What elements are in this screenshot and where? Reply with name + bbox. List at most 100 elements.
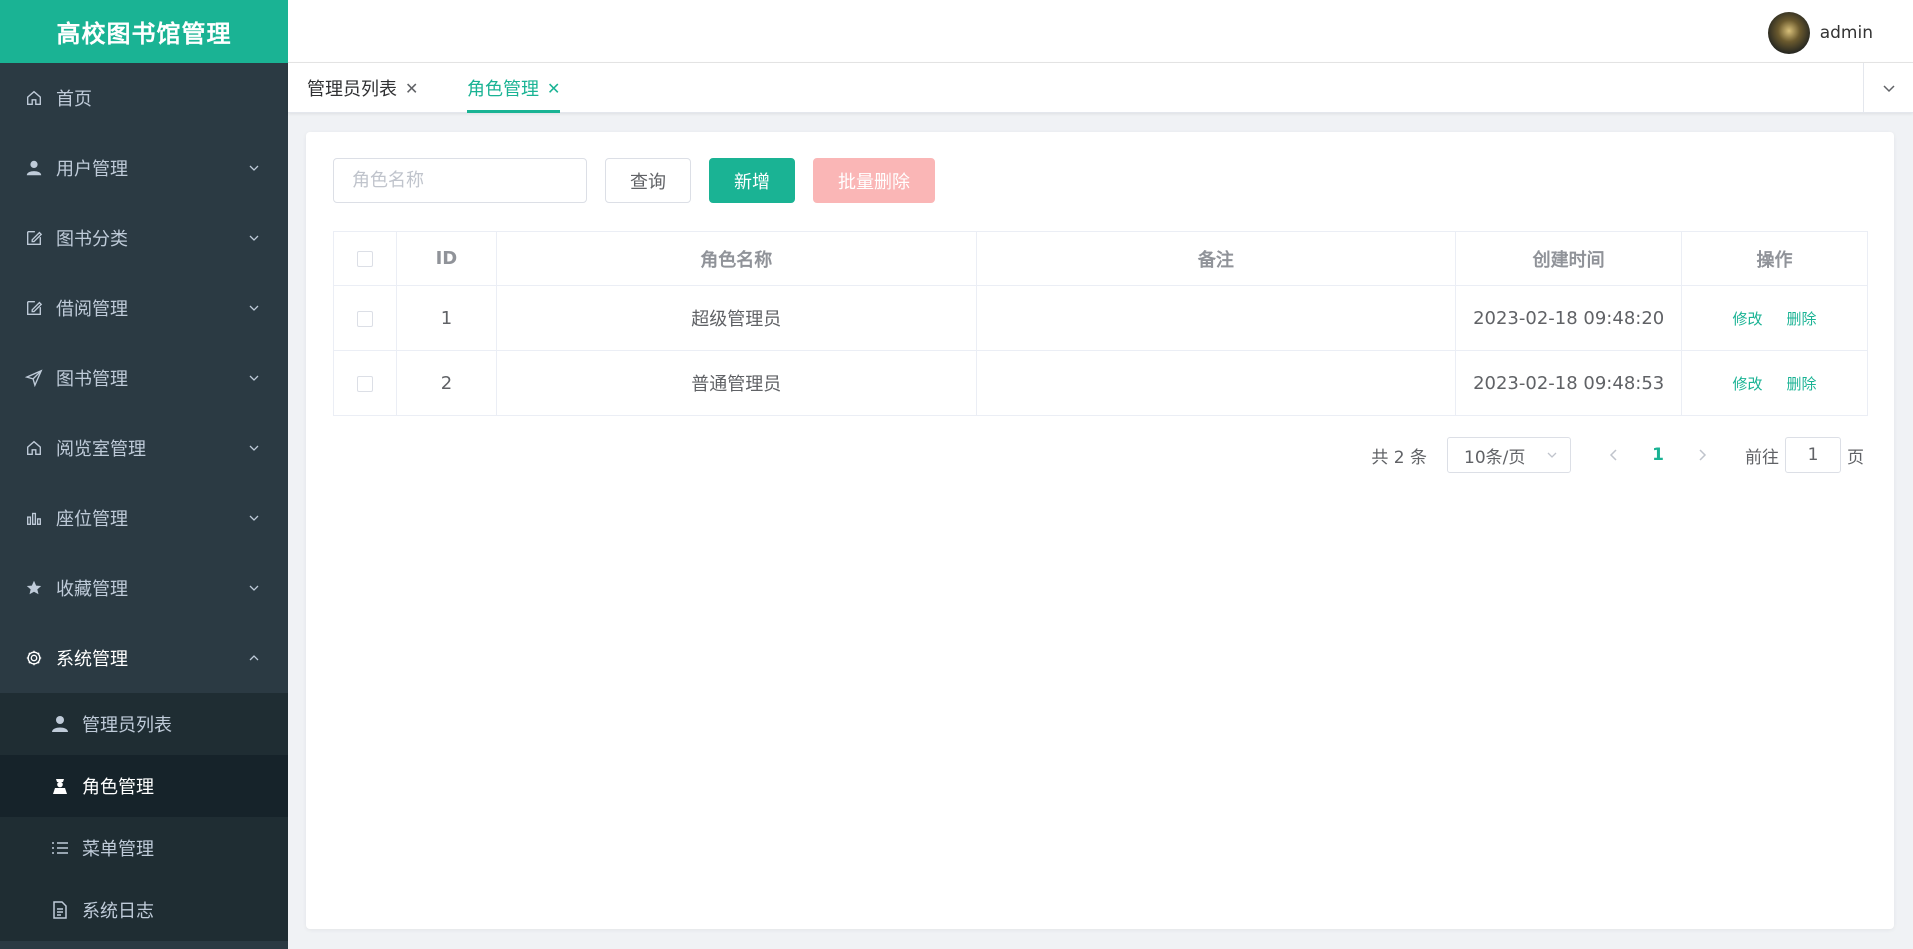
system-management-submenu: 管理员列表 角色管理 菜单管理 系统日志 xyxy=(0,693,288,941)
sidebar: 高校图书馆管理 首页 用户管理 图书分类 借阅管理 图书管理 阅览室管理 座位管… xyxy=(0,0,288,949)
chevron-down-icon xyxy=(249,165,259,171)
chevron-left-icon xyxy=(1609,449,1617,461)
cell-id: 2 xyxy=(395,350,497,416)
column-header-created-time: 创建时间 xyxy=(1455,231,1683,286)
chevron-down-icon xyxy=(249,445,259,451)
role-name-search-input[interactable] xyxy=(333,158,587,203)
goto-page-input[interactable] xyxy=(1785,437,1841,473)
toolbar: 查询 新增 批量删除 xyxy=(333,158,935,203)
goto-page: 前往 页 xyxy=(1745,437,1864,473)
chevron-down-icon xyxy=(249,515,259,521)
sidebar-item-seat-management[interactable]: 座位管理 xyxy=(0,483,288,553)
app-logo-title: 高校图书馆管理 xyxy=(0,0,288,63)
edit-icon xyxy=(24,228,44,248)
select-all-checkbox[interactable] xyxy=(356,251,373,267)
gear-icon xyxy=(24,648,44,668)
chevron-down-icon xyxy=(249,305,259,311)
column-header-actions: 操作 xyxy=(1681,231,1868,286)
sidebar-item-label: 图书管理 xyxy=(56,369,128,390)
sidebar-item-borrow-management[interactable]: 借阅管理 xyxy=(0,273,288,343)
sidebar-item-admin-list[interactable]: 管理员列表 xyxy=(0,693,288,755)
delete-link[interactable]: 删除 xyxy=(1787,310,1817,328)
star-icon xyxy=(24,578,44,598)
chevron-right-icon xyxy=(1699,449,1707,461)
cell-role-name: 超级管理员 xyxy=(495,285,977,351)
tab-role-management[interactable]: 角色管理 ✕ xyxy=(467,63,561,113)
prev-page-button[interactable] xyxy=(1595,437,1633,473)
column-header-id: ID xyxy=(395,231,497,286)
column-header-role-name: 角色名称 xyxy=(495,231,977,286)
query-button[interactable]: 查询 xyxy=(605,158,691,203)
cell-remark xyxy=(975,285,1457,351)
goto-suffix: 页 xyxy=(1847,447,1864,468)
sidebar-item-favorites-management[interactable]: 收藏管理 xyxy=(0,553,288,623)
cell-id: 1 xyxy=(395,285,497,351)
column-header-remark: 备注 xyxy=(975,231,1457,286)
sidebar-item-book-management[interactable]: 图书管理 xyxy=(0,343,288,413)
chevron-down-icon xyxy=(249,235,259,241)
cell-created-time: 2023-02-18 09:48:20 xyxy=(1455,285,1683,351)
tab-admin-list[interactable]: 管理员列表 ✕ xyxy=(307,63,418,113)
delete-link[interactable]: 删除 xyxy=(1787,375,1817,393)
send-icon xyxy=(24,368,44,388)
document-icon xyxy=(50,900,70,920)
total-count: 共 2 条 xyxy=(1371,447,1427,468)
table-row: 1 超级管理员 2023-02-18 09:48:20 修改 删除 xyxy=(333,285,1868,351)
sidebar-item-label: 菜单管理 xyxy=(82,839,154,860)
page-number-current[interactable]: 1 xyxy=(1633,437,1683,473)
roles-table: ID 角色名称 备注 创建时间 操作 1 超级管理员 2023-02-18 09… xyxy=(333,231,1868,416)
list-icon xyxy=(50,838,70,858)
table-header-row: ID 角色名称 备注 创建时间 操作 xyxy=(333,231,1868,286)
sidebar-item-system-log[interactable]: 系统日志 xyxy=(0,879,288,941)
edit-link[interactable]: 修改 xyxy=(1733,375,1763,393)
sidebar-item-reading-room-management[interactable]: 阅览室管理 xyxy=(0,413,288,483)
table-row: 2 普通管理员 2023-02-18 09:48:53 修改 删除 xyxy=(333,350,1868,416)
page-size-value: 10条/页 xyxy=(1464,447,1526,468)
row-checkbox[interactable] xyxy=(356,375,373,392)
select-all-cell[interactable] xyxy=(333,231,397,286)
sidebar-item-label: 系统日志 xyxy=(82,901,154,922)
chevron-down-icon xyxy=(1547,452,1557,458)
user-menu[interactable]: admin xyxy=(1767,12,1873,54)
avatar[interactable] xyxy=(1767,12,1810,54)
user-icon xyxy=(50,714,70,734)
sidebar-item-label: 借阅管理 xyxy=(56,299,128,320)
page-size-select[interactable]: 10条/页 xyxy=(1447,437,1571,473)
sidebar-item-label: 收藏管理 xyxy=(56,579,128,600)
sidebar-item-book-category[interactable]: 图书分类 xyxy=(0,203,288,273)
top-header: admin xyxy=(288,0,1913,63)
sidebar-item-system-management[interactable]: 系统管理 xyxy=(0,623,288,693)
username[interactable]: admin xyxy=(1820,23,1873,43)
edit-link[interactable]: 修改 xyxy=(1733,310,1763,328)
close-icon[interactable]: ✕ xyxy=(547,79,560,98)
sidebar-item-home[interactable]: 首页 xyxy=(0,63,288,133)
sidebar-item-label: 阅览室管理 xyxy=(56,439,146,460)
tabs-dropdown-button[interactable] xyxy=(1863,63,1913,113)
cell-created-time: 2023-02-18 09:48:53 xyxy=(1455,350,1683,416)
sidebar-item-label: 角色管理 xyxy=(82,777,154,798)
content-card: 查询 新增 批量删除 ID 角色名称 备注 创建时间 操作 1 xyxy=(306,132,1894,929)
user-icon xyxy=(24,158,44,178)
sidebar-item-label: 首页 xyxy=(56,89,92,110)
row-checkbox[interactable] xyxy=(356,310,373,327)
cell-actions: 修改 删除 xyxy=(1681,350,1868,416)
add-button[interactable]: 新增 xyxy=(709,158,795,203)
cell-remark xyxy=(975,350,1457,416)
batch-delete-button[interactable]: 批量删除 xyxy=(813,158,935,203)
sidebar-item-user-management[interactable]: 用户管理 xyxy=(0,133,288,203)
goto-prefix: 前往 xyxy=(1745,447,1779,468)
sidebar-item-menu-management[interactable]: 菜单管理 xyxy=(0,817,288,879)
next-page-button[interactable] xyxy=(1683,437,1721,473)
sidebar-item-label: 座位管理 xyxy=(56,509,128,530)
tab-label: 管理员列表 xyxy=(307,79,397,100)
chevron-up-icon xyxy=(249,655,259,661)
home-icon xyxy=(24,438,44,458)
close-icon[interactable]: ✕ xyxy=(405,79,418,98)
chevron-down-icon xyxy=(1882,85,1895,93)
sidebar-item-role-management[interactable]: 角色管理 xyxy=(0,755,288,817)
cell-role-name: 普通管理员 xyxy=(495,350,977,416)
sidebar-item-label: 图书分类 xyxy=(56,229,128,250)
sidebar-item-label: 系统管理 xyxy=(56,649,128,670)
pagination: 共 2 条 10条/页 1 前往 页 xyxy=(1371,437,1864,473)
chevron-down-icon xyxy=(249,375,259,381)
